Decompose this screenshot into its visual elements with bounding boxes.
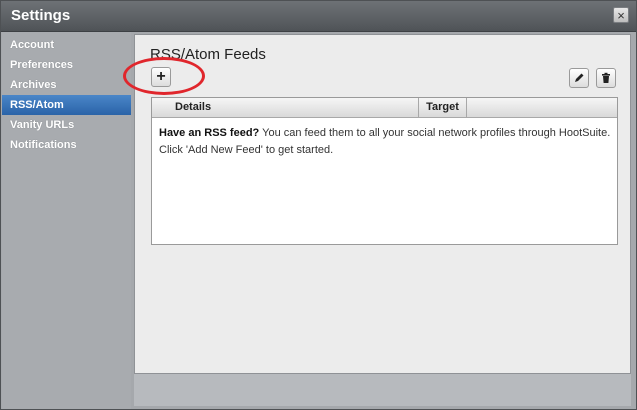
add-feed-button[interactable]: + — [151, 67, 171, 87]
sidebar-item-label: Notifications — [10, 139, 77, 151]
column-header-details[interactable]: Details — [152, 98, 419, 117]
sidebar-item-label: Account — [10, 39, 54, 51]
close-icon: × — [617, 8, 625, 23]
sidebar-item-vanity-urls[interactable]: Vanity URLs — [2, 115, 131, 135]
sidebar-item-label: Archives — [10, 79, 57, 91]
panel-footer — [134, 374, 631, 406]
trash-icon — [602, 72, 610, 83]
table-header: Details Target — [152, 98, 617, 118]
empty-state-text: You can feed them to all your social net… — [259, 127, 611, 139]
sidebar-item-account[interactable]: Account — [2, 35, 131, 55]
panel-title: RSS/Atom Feeds — [150, 46, 266, 63]
dialog-title: Settings — [11, 7, 71, 24]
settings-dialog: Settings × Account Preferences Archives … — [0, 0, 637, 410]
feeds-table: Details Target Have an RSS feed? You can… — [151, 97, 618, 245]
column-header-target[interactable]: Target — [419, 98, 467, 117]
empty-state-hint: Click 'Add New Feed' to get started. — [159, 144, 334, 156]
sidebar-item-label: Preferences — [10, 59, 73, 71]
plus-icon: + — [156, 68, 166, 85]
rss-feeds-panel: RSS/Atom Feeds + Details Target Have an … — [134, 34, 631, 374]
empty-state-message: Have an RSS feed? You can feed them to a… — [159, 125, 610, 159]
edit-feed-button[interactable] — [569, 68, 589, 88]
sidebar-item-archives[interactable]: Archives — [2, 75, 131, 95]
sidebar-item-preferences[interactable]: Preferences — [2, 55, 131, 75]
sidebar-item-label: Vanity URLs — [10, 119, 75, 131]
sidebar-item-label: RSS/Atom — [10, 99, 64, 111]
settings-sidebar: Account Preferences Archives RSS/Atom Va… — [2, 32, 131, 409]
title-bar: Settings × — [1, 1, 636, 32]
pencil-icon — [575, 73, 584, 82]
delete-feed-button[interactable] — [596, 68, 616, 88]
empty-state-lead: Have an RSS feed? — [159, 127, 260, 139]
sidebar-item-notifications[interactable]: Notifications — [2, 135, 131, 155]
sidebar-item-rss-atom[interactable]: RSS/Atom — [2, 95, 131, 115]
close-button[interactable]: × — [613, 7, 629, 23]
